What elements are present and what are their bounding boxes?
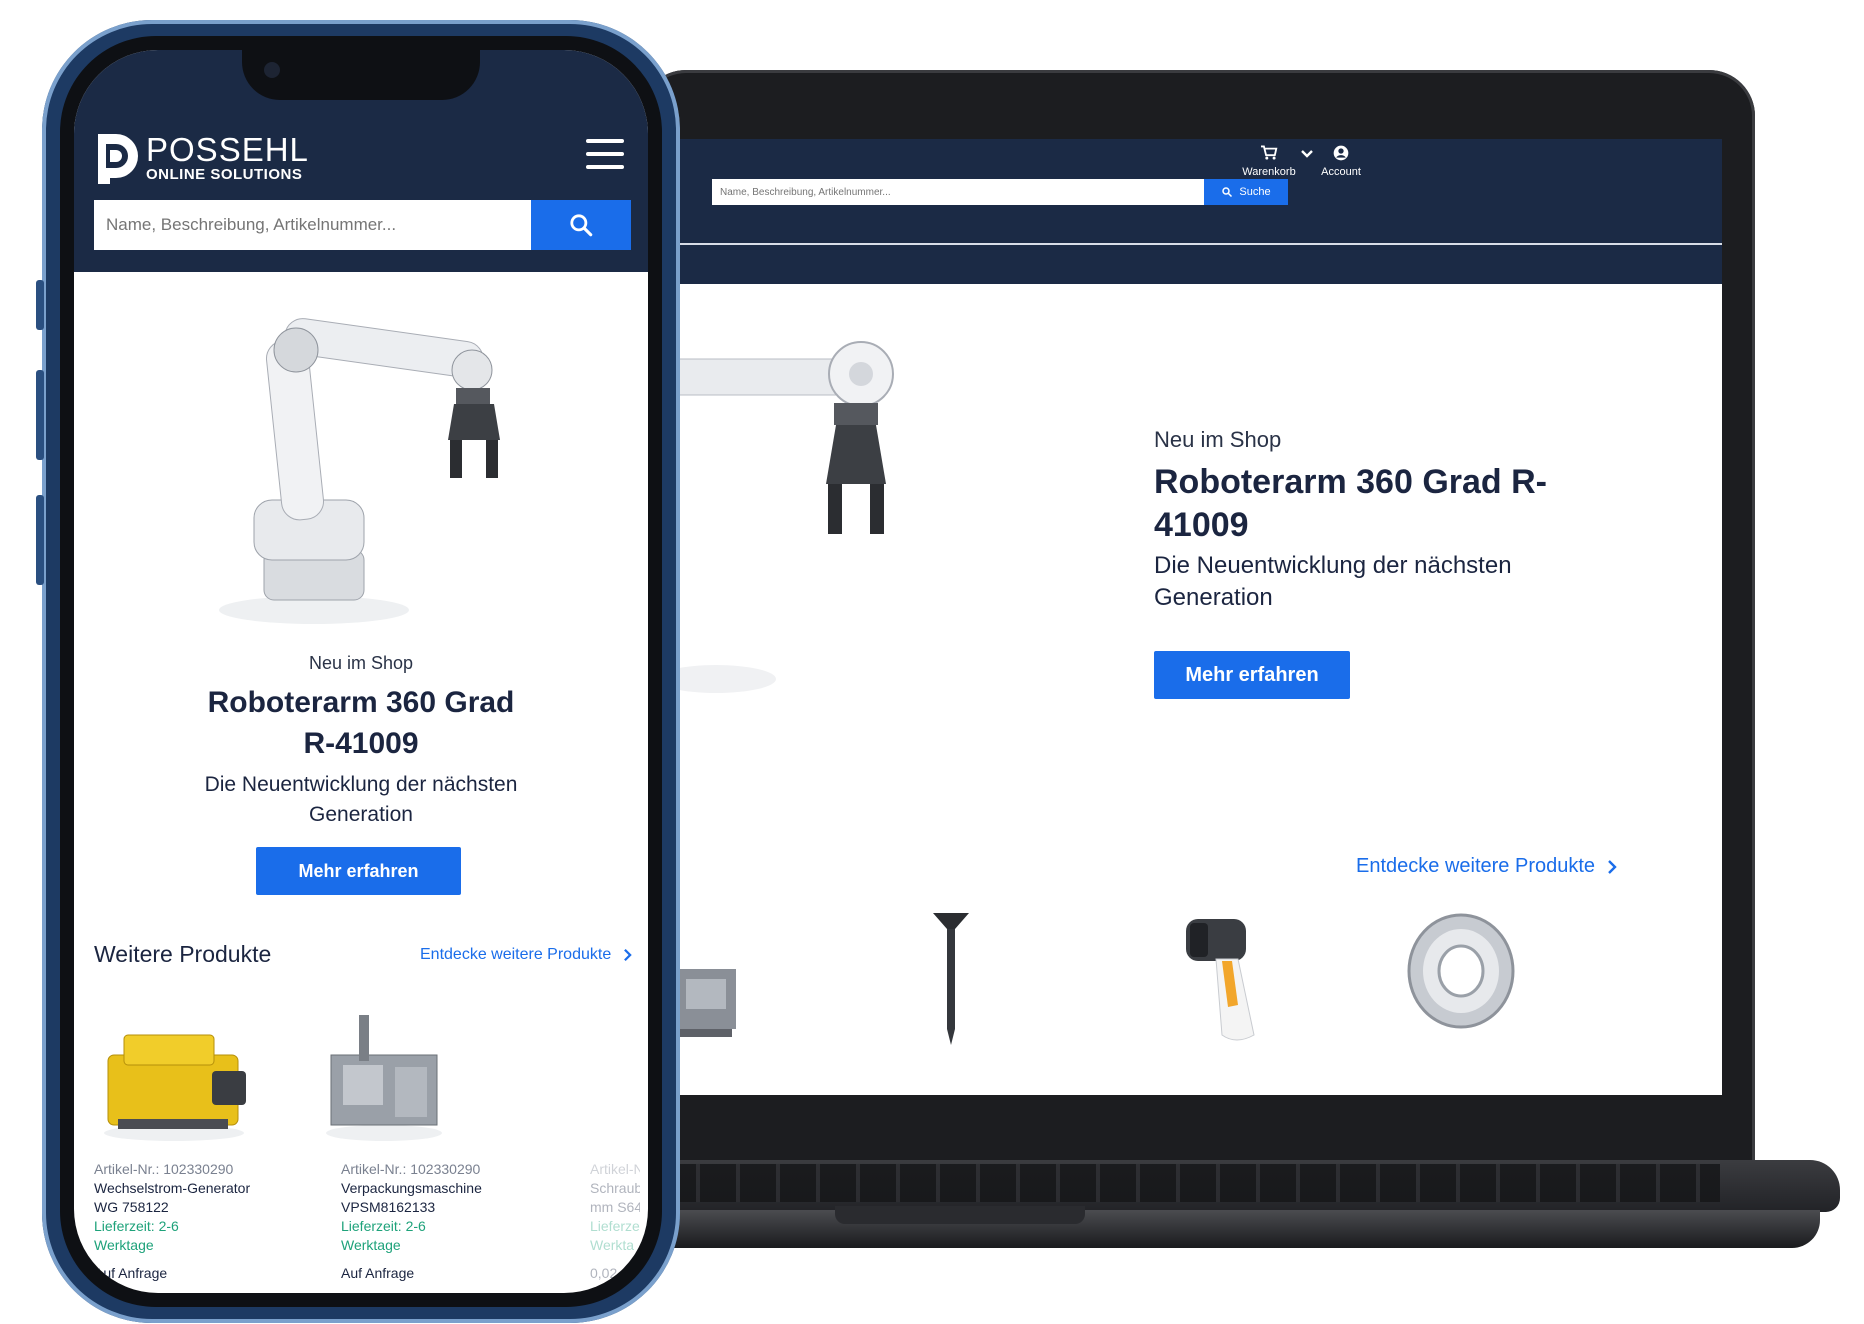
- laptop-base: [640, 1210, 1820, 1248]
- product-article-number: Artikel-N: [590, 1161, 640, 1177]
- product-card[interactable]: Artikel-Nr.: 102330290 Verpackungsmaschi…: [341, 1160, 571, 1283]
- product-delivery: Lieferze: [590, 1218, 640, 1234]
- product-price: 0,02 €: [590, 1265, 629, 1281]
- phone-hero-title: Roboterarm 360 Grad R-41009: [74, 682, 648, 764]
- laptop-robot-arm-image: [676, 341, 894, 693]
- product-name: Verpackungsmaschine: [341, 1180, 482, 1196]
- product-card[interactable]: Artikel-N Schraub mm S64 Lieferze Werkta…: [590, 1160, 640, 1283]
- chevron-down-icon[interactable]: [1300, 149, 1314, 159]
- phone-hero-title-line2: R-41009: [303, 727, 419, 760]
- barcode-scanner-image: [1186, 919, 1255, 1041]
- laptop-search-input[interactable]: [712, 179, 1204, 205]
- laptop-discover-more-label: Entdecke weitere Produkte: [1356, 855, 1596, 877]
- product-name: Schraub: [590, 1180, 640, 1196]
- ball-bearing-image: [1407, 913, 1515, 1029]
- product-delivery: Lieferzeit: 2-6: [341, 1218, 426, 1234]
- product-delivery: Werktage: [341, 1237, 401, 1253]
- phone-discover-more-link[interactable]: Entdecke weitere Produkte: [420, 946, 632, 964]
- phone-search-button[interactable]: [531, 200, 631, 250]
- laptop-discover-more-link[interactable]: Entdecke weitere Produkte: [1356, 855, 1617, 878]
- laptop-header: Suche Warenkorb Account: [676, 139, 1722, 284]
- possehl-logo-icon: [98, 134, 138, 184]
- account-label: Account: [1321, 166, 1361, 178]
- phone-section-title: Weitere Produkte: [94, 941, 272, 967]
- cart-label: Warenkorb: [1242, 166, 1296, 178]
- account-icon: [1333, 145, 1349, 161]
- phone-hero-subtitle-line1: Die Neuentwicklung der nächsten: [204, 773, 518, 796]
- product-article-number: Artikel-Nr.: 102330290: [341, 1161, 481, 1177]
- product-price: Auf Anfrage: [94, 1265, 168, 1281]
- product-name: WG 758122: [94, 1199, 169, 1215]
- phone-discover-more-label: Entdecke weitere Produkte: [420, 946, 612, 963]
- phone-hero-eyebrow: Neu im Shop: [308, 653, 414, 673]
- search-icon: [570, 214, 593, 237]
- phone-silent-switch: [36, 280, 44, 330]
- phone-hero-subtitle: Die Neuentwicklung der nächsten Generati…: [74, 770, 648, 830]
- generator-image: [104, 1034, 246, 1141]
- search-icon: [1222, 187, 1233, 198]
- laptop-keyboard: [660, 1164, 1720, 1202]
- laptop-hero-cta-button[interactable]: Mehr erfahren: [1154, 651, 1350, 699]
- product-price: Auf Anfrage: [341, 1265, 415, 1281]
- screw-image: [933, 913, 969, 1045]
- product-article-number: Artikel-Nr.: 102330290: [94, 1161, 234, 1177]
- product-card[interactable]: Artikel-Nr.: 102330290 Wechselstrom-Gene…: [94, 1160, 324, 1283]
- packaging-machine-image: [676, 969, 736, 1037]
- cart-button[interactable]: Warenkorb: [1242, 145, 1296, 178]
- laptop-hero-title: Roboterarm 360 Grad R-41009: [1154, 463, 1547, 544]
- phone-hero-cta-button[interactable]: Mehr erfahren: [256, 847, 461, 895]
- phone-hero-subtitle-line2: Generation: [309, 803, 413, 826]
- brand-tagline: ONLINE SOLUTIONS: [146, 165, 303, 183]
- product-name: Wechselstrom-Generator: [94, 1180, 251, 1196]
- laptop-trackpad-notch: [835, 1206, 1085, 1224]
- logo[interactable]: POSSEHL ONLINE SOLUTIONS: [94, 132, 309, 184]
- laptop-hero-subtitle: Die Neuentwicklung der nächsten Generati…: [1154, 552, 1512, 611]
- phone-screen: POSSEHL ONLINE SOLUTIONS Neu im Shop Ro: [74, 50, 648, 1293]
- phone-notch: [242, 50, 480, 100]
- laptop-screen: Suche Warenkorb Account: [676, 139, 1722, 1095]
- packaging-machine-image: [326, 1015, 442, 1141]
- product-name: mm S64: [590, 1199, 640, 1215]
- product-name: VPSM8162133: [341, 1199, 436, 1215]
- hamburger-menu-icon[interactable]: [586, 139, 624, 169]
- laptop-hero-eyebrow: Neu im Shop: [1154, 427, 1282, 452]
- brand-name: POSSEHL: [146, 130, 309, 168]
- product-delivery: Lieferzeit: 2-6: [94, 1218, 179, 1234]
- product-delivery: Werkta: [590, 1237, 635, 1253]
- phone-search-input[interactable]: [94, 200, 531, 250]
- camera-icon: [264, 62, 280, 78]
- account-button[interactable]: Account: [1318, 145, 1364, 178]
- phone-volume-down: [36, 495, 44, 585]
- phone-robot-arm-image: [219, 318, 500, 624]
- phone-volume-up: [36, 370, 44, 460]
- phone-hero-title-line1: Roboterarm 360 Grad: [207, 686, 515, 719]
- laptop-nav-divider: [676, 243, 1722, 245]
- laptop-search-button-label: Suche: [1239, 186, 1271, 198]
- cart-icon: [1261, 145, 1278, 160]
- chevron-right-icon: [1608, 859, 1617, 874]
- chevron-right-icon: [624, 948, 632, 962]
- laptop-search-button[interactable]: Suche: [1204, 179, 1288, 205]
- product-delivery: Werktage: [94, 1237, 154, 1253]
